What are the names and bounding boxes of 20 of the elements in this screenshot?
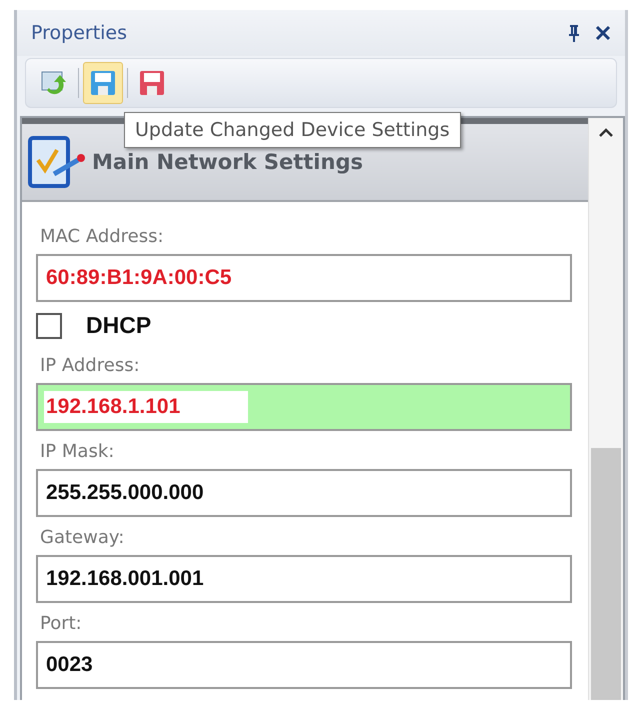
input-field[interactable]: 60:89:B1:9A:00:C5	[36, 254, 572, 302]
input-field[interactable]: 192.168.001.001	[36, 555, 572, 603]
input-field[interactable]: 192.168.1.101	[36, 383, 572, 431]
input-field[interactable]: 255.255.000.000	[36, 469, 572, 517]
input-field[interactable]: 0023	[36, 641, 572, 689]
field-label: IP Mask:	[40, 441, 114, 462]
pin-icon[interactable]	[567, 24, 581, 42]
field-label: Gateway:	[40, 527, 124, 548]
scroll-up-icon[interactable]	[598, 128, 614, 138]
checkbox-label: DHCP	[86, 312, 152, 339]
field-label: Port:	[40, 613, 82, 634]
save-button[interactable]	[83, 62, 123, 104]
panel-title: Properties	[31, 22, 128, 44]
field-label: MAC Address:	[40, 226, 164, 247]
scrollbar[interactable]	[588, 118, 623, 700]
tooltip: Update Changed Device Settings	[124, 112, 461, 148]
checkbox[interactable]	[36, 312, 62, 338]
close-icon[interactable]	[595, 25, 611, 41]
checklist-icon	[26, 134, 88, 190]
field-label: IP Address:	[40, 355, 140, 376]
